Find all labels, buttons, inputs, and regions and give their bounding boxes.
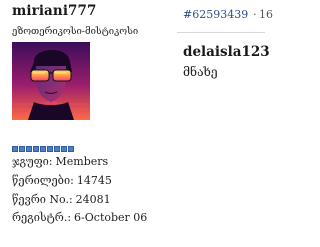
rank-pip xyxy=(54,146,60,152)
rank-pip xyxy=(19,146,25,152)
post-meta-separator: · xyxy=(253,8,257,21)
stat-group-value: Members xyxy=(55,155,109,168)
rank-pip xyxy=(61,146,67,152)
stat-member-number-label: წევრი No.: xyxy=(12,193,73,206)
rank-pip xyxy=(12,146,18,152)
poster-avatar[interactable] xyxy=(12,42,90,120)
stat-member-number-value: 24081 xyxy=(75,193,111,206)
stat-registered-value: 6-October 06 xyxy=(74,211,148,224)
stat-posts-label: წერილები: xyxy=(12,174,74,187)
rank-pip xyxy=(33,146,39,152)
stat-posts: წერილები: 14745 xyxy=(12,174,112,187)
stat-registered: რეგისტრ.: 6-October 06 xyxy=(12,211,147,224)
poster-info-panel: miriani777 ეზოთერიკოსი-მისტიკოსი ჯგუფი: … xyxy=(0,0,176,247)
avatar-image xyxy=(12,42,90,120)
stat-registered-label: რეგისტრ.: xyxy=(12,211,72,224)
stat-member-number: წევრი No.: 24081 xyxy=(12,193,111,206)
rank-pip xyxy=(68,146,74,152)
rank-pip xyxy=(40,146,46,152)
member-rank-bar xyxy=(12,146,74,152)
rank-pip xyxy=(26,146,32,152)
post-date: 16 xyxy=(259,8,273,21)
poster-user-title: ეზოთერიკოსი-მისტიკოსი xyxy=(12,26,139,37)
forum-post: miriani777 ეზოთერიკოსი-მისტიკოსი ჯგუფი: … xyxy=(0,0,273,247)
stat-group-label: ჯგუფი: xyxy=(12,155,53,168)
post-body-text: მნახე xyxy=(183,65,218,79)
stat-group: ჯგუფი: Members xyxy=(12,155,108,168)
rank-pip xyxy=(47,146,53,152)
stat-posts-value: 14745 xyxy=(76,174,112,187)
post-number-link[interactable]: #62593439 xyxy=(183,8,248,21)
post-header-divider xyxy=(177,32,265,33)
post-content-panel xyxy=(176,0,265,247)
quote-author: delaisla123 xyxy=(183,44,270,60)
poster-username[interactable]: miriani777 xyxy=(12,3,97,19)
